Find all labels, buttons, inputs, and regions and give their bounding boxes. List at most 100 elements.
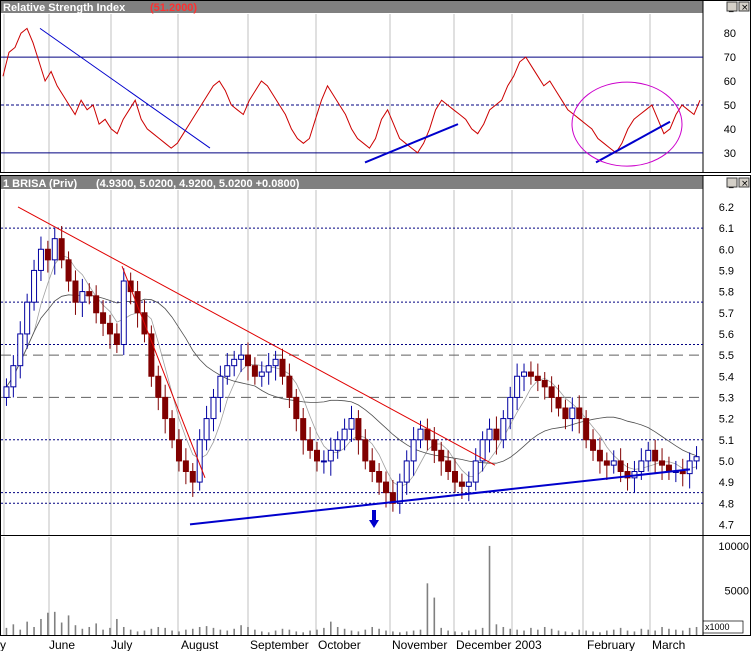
rsi-tick-label: 70	[724, 52, 736, 64]
candle-body	[583, 418, 590, 441]
candle-body	[438, 449, 445, 462]
price-tick-label: 5.6	[719, 329, 734, 341]
x-axis-label: February	[587, 638, 635, 651]
x-axis-label: November	[392, 638, 447, 651]
rsi-panel-title: Relative Strength Index	[3, 2, 126, 14]
candle-body	[300, 418, 307, 441]
candle-body	[417, 428, 424, 441]
price-panel-close-button[interactable]: ×	[738, 177, 750, 189]
candle-body	[534, 375, 541, 381]
price-tick-label: 6.2	[719, 202, 734, 214]
price-tick-label: 5.9	[719, 265, 734, 277]
candle-body	[265, 365, 272, 373]
svg-text:_: _	[728, 3, 734, 13]
price-panel-title: 1 BRISA (Priv)	[3, 178, 78, 190]
x-axis-label: August	[181, 638, 219, 651]
candle-body	[44, 248, 51, 261]
x-axis-label: June	[49, 638, 75, 651]
candle-body	[58, 238, 65, 261]
candle-body	[169, 418, 176, 441]
candle-body	[162, 396, 169, 420]
candle-body	[224, 365, 231, 377]
rsi-panel-close-button[interactable]: ×	[738, 1, 750, 13]
svg-text:×: ×	[741, 179, 749, 189]
rsi-panel-frame	[0, 0, 751, 173]
candle-body	[659, 460, 666, 466]
rsi-tick-label: 60	[724, 76, 736, 88]
price-tick-label: 6.1	[719, 223, 734, 235]
price-panel-ohlc: (4.9300, 5.0200, 4.9200, 5.0200 +0.0800)	[96, 178, 300, 190]
candle-body	[313, 449, 320, 462]
price-tick-label: 5.1	[719, 435, 734, 447]
rsi-tick-label: 30	[724, 148, 736, 160]
rsi-tick-label: 50	[724, 100, 736, 112]
candle-body	[486, 428, 493, 441]
candle-body	[590, 439, 597, 451]
candle-body	[307, 439, 314, 451]
candle-body	[113, 333, 120, 346]
candle-body	[72, 280, 79, 303]
candle-body	[555, 396, 562, 409]
x-axis-label: July	[111, 638, 132, 651]
candle-body	[500, 418, 507, 441]
candle-body	[376, 471, 383, 483]
volume-tick-label: 5000	[725, 585, 749, 597]
rsi-tick-label: 80	[724, 28, 736, 40]
candle-body	[686, 460, 693, 475]
price-panel-minimize-button[interactable]: _	[726, 177, 738, 189]
candle-body	[514, 375, 521, 398]
candle-body	[693, 456, 700, 462]
rsi-panel-minimize-button[interactable]: _	[726, 1, 738, 13]
candle-body	[348, 418, 355, 430]
candle-body	[10, 365, 17, 388]
candle-body	[458, 481, 465, 487]
price-tick-label: 5.3	[719, 392, 734, 404]
candle-body	[431, 439, 438, 451]
price-tick-label: 5.4	[719, 371, 734, 383]
candle-body	[355, 418, 362, 441]
candle-body	[569, 407, 576, 420]
candle-body	[279, 358, 286, 377]
candle-body	[472, 460, 479, 483]
candle-body	[362, 439, 369, 462]
candle-body	[175, 439, 182, 462]
candle-body	[210, 396, 217, 420]
x-axis-label: September	[250, 638, 309, 651]
price-tick-label: 4.9	[719, 477, 734, 489]
candle-body	[369, 460, 376, 473]
candle-body	[258, 371, 265, 377]
candle-body	[203, 418, 210, 441]
candle-body	[79, 291, 86, 303]
candle-body	[65, 259, 72, 282]
candle-body	[120, 280, 127, 346]
price-tick-label: 5.2	[719, 414, 734, 426]
candle-body	[251, 365, 258, 377]
candle-body	[100, 312, 107, 324]
candle-body	[327, 449, 334, 462]
candle-body	[465, 481, 472, 487]
price-tick-label: 5.0	[719, 456, 734, 468]
rsi-panel-value: (51.2000)	[150, 2, 197, 14]
candle-body	[596, 449, 603, 462]
rsi-tick-label: 40	[724, 124, 736, 136]
candle-body	[17, 333, 24, 367]
candle-body	[24, 301, 31, 335]
candle-body	[396, 481, 403, 504]
candle-body	[652, 449, 659, 462]
price-tick-label: 5.5	[719, 350, 734, 362]
candle-body	[244, 354, 251, 367]
candle-body	[106, 322, 113, 335]
candle-body	[189, 471, 196, 483]
x-axis-label: March	[652, 638, 685, 651]
volume-multiplier-label: x1000	[705, 622, 730, 632]
volume-panel-frame	[0, 535, 751, 636]
candle-body	[507, 396, 514, 420]
candle-body	[679, 471, 686, 475]
x-axis-labels: y June July August September October November D…	[0, 638, 685, 651]
candle-body	[562, 407, 569, 420]
candle-body	[37, 248, 44, 271]
candle-body	[320, 460, 327, 463]
candle-body	[334, 439, 341, 451]
price-candle	[120, 268, 127, 356]
candle-body	[527, 371, 534, 377]
